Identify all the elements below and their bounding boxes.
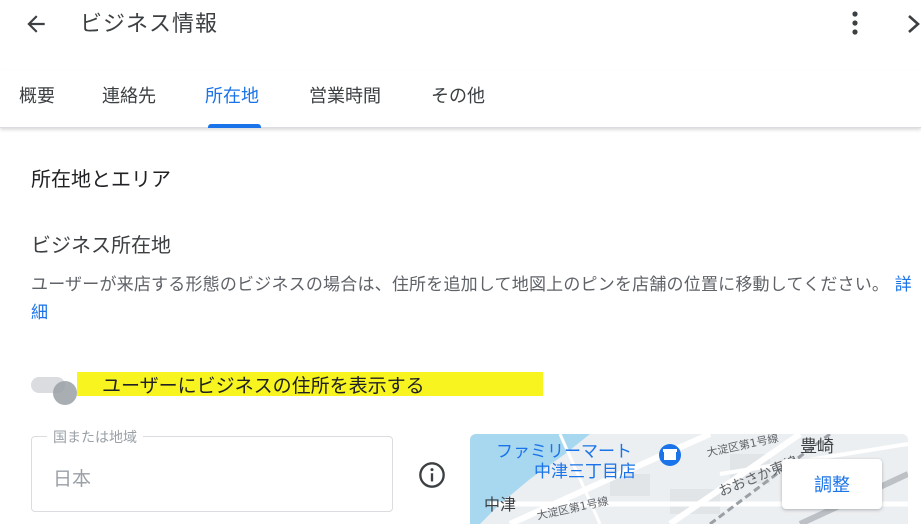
more-options-button[interactable] [843,8,867,38]
country-field-label: 国または地域 [47,427,143,447]
section-title: 所在地とエリア [31,167,171,191]
tab-location[interactable]: 所在地 [205,82,259,108]
tab-contact[interactable]: 連絡先 [102,82,156,108]
info-icon [419,462,445,488]
tab-more[interactable]: その他 [431,82,485,108]
description-text: ユーザーが来店する形態のビジネスの場合は、住所を追加して地図上のピンを店舗の位置… [31,275,890,295]
country-field-placeholder: 日本 [53,468,92,490]
tab-overview[interactable]: 概要 [19,82,55,108]
map-area-label-2: 中津 [484,495,517,514]
tab-hours[interactable]: 営業時間 [309,82,381,108]
back-button[interactable] [20,8,52,40]
show-address-toggle-row: ユーザーにビジネスの住所を表示する [28,370,543,405]
location-map[interactable]: ファミリーマート 中津三丁目店 大淀区第1号線 豊崎 おおさか東線 中津 大淀区… [470,434,908,524]
active-tab-indicator [208,124,261,128]
more-vert-icon [852,11,858,35]
info-button[interactable] [418,461,446,489]
chevron-right-icon [908,15,920,33]
country-field[interactable]: 国または地域 日本 [31,427,393,512]
show-address-label: ユーザーにビジネスの住所を表示する [102,375,425,397]
tab-bar: 概要 連絡先 所在地 営業時間 その他 [0,70,921,128]
location-description: ユーザーが来店する形態のビジネスの場合は、住所を追加して地図上のピンを店舗の位置… [31,271,916,327]
close-button[interactable] [905,10,921,38]
app-header: ビジネス情報 [0,0,921,46]
toggle-thumb [53,381,77,405]
page-title: ビジネス情報 [80,12,219,37]
show-address-toggle[interactable] [31,377,77,405]
store-pin-icon [659,444,681,466]
arrow-left-icon [27,15,45,33]
business-location-heading: ビジネス所在地 [31,233,171,257]
map-adjust-button[interactable]: 調整 [782,459,882,509]
map-area-label: 豊崎 [800,437,834,457]
map-place-branch: 中津三丁目店 [534,462,636,482]
